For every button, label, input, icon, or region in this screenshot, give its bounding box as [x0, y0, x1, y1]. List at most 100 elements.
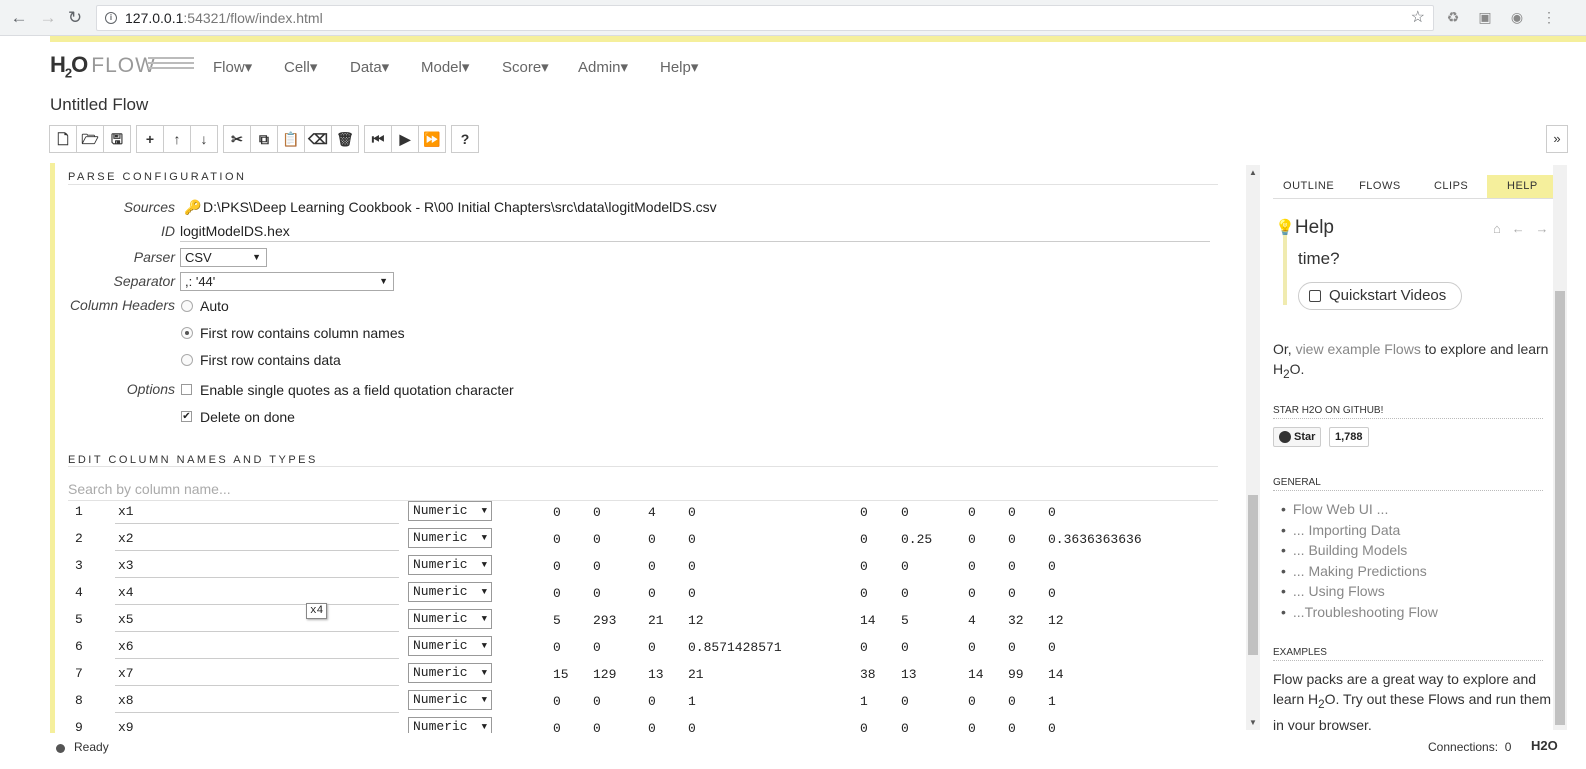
- preview-value: 0: [1008, 721, 1016, 733]
- move-up-icon[interactable]: ↑: [163, 125, 191, 153]
- column-name-input[interactable]: x2: [115, 531, 399, 551]
- general-link[interactable]: ... Making Predictions: [1281, 561, 1438, 582]
- column-name-input[interactable]: x7: [115, 666, 399, 686]
- column-type-select[interactable]: Numeric ▼: [408, 717, 492, 733]
- tab-outline[interactable]: OUTLINE: [1273, 175, 1344, 198]
- column-name-input[interactable]: x6: [115, 639, 399, 659]
- bookmark-star-icon[interactable]: ☆: [1411, 6, 1425, 30]
- column-type-select[interactable]: Numeric ▼: [408, 609, 492, 629]
- cell-scrollbar[interactable]: ▲ ▼: [1246, 165, 1260, 730]
- notification-strip: [50, 36, 1586, 42]
- browser-menu-icon[interactable]: ⋮: [1540, 8, 1558, 26]
- copy-icon[interactable]: ⧉: [250, 125, 278, 153]
- delete-on-done-checkbox[interactable]: ✔: [181, 411, 192, 422]
- separator-label: Separator: [113, 273, 175, 289]
- address-bar[interactable]: i 127.0.0.1:54321/flow/index.html ☆: [96, 5, 1434, 31]
- reload-icon[interactable]: ↻: [64, 7, 86, 29]
- column-row: 5 x5 Numeric ▼ 5 293 21 12 14 5 4 32 12: [68, 608, 1218, 635]
- cell-toolbar: 🗋 🗁 🖫 + ↑ ↓ ✂ ⧉ 📋 ⌫ 🗑 ⏮ ▶ ⏩ ?: [49, 125, 485, 153]
- menu-flow[interactable]: Flow▾: [213, 58, 284, 76]
- sidebar-tabs: OUTLINE FLOWS CLIPS HELP: [1273, 175, 1558, 199]
- column-name-input[interactable]: x8: [115, 693, 399, 713]
- column-type-select[interactable]: Numeric ▼: [408, 690, 492, 710]
- radio-auto[interactable]: [181, 300, 193, 312]
- save-icon[interactable]: 🖫: [103, 125, 131, 153]
- column-type-select[interactable]: Numeric ▼: [408, 501, 492, 521]
- help-scrollbar[interactable]: [1553, 165, 1567, 730]
- run-all-icon[interactable]: ⏩: [418, 125, 446, 153]
- column-type-select[interactable]: Numeric ▼: [408, 663, 492, 683]
- id-field[interactable]: logitModelDS.hex: [180, 223, 1210, 242]
- column-row: 2 x2 Numeric ▼ 0 0 0 0 0 0.25 0 0 0.3636363636: [68, 527, 1218, 554]
- menu-model[interactable]: Model▾: [421, 58, 502, 76]
- general-link[interactable]: ... Importing Data: [1281, 520, 1438, 541]
- tab-flows[interactable]: FLOWS: [1344, 175, 1415, 198]
- run-to-here-icon[interactable]: ⏮: [364, 125, 392, 153]
- cut-icon[interactable]: ✂: [223, 125, 251, 153]
- preview-value: 0: [968, 532, 976, 547]
- tab-clips[interactable]: CLIPS: [1416, 175, 1487, 198]
- column-type-select[interactable]: Numeric ▼: [408, 555, 492, 575]
- radio-first-row-names[interactable]: [181, 327, 193, 339]
- forward-arrow-icon[interactable]: →: [1536, 221, 1549, 236]
- github-star-button[interactable]: Star: [1273, 427, 1322, 447]
- new-file-icon[interactable]: 🗋: [49, 125, 77, 153]
- insert-cell-icon[interactable]: +: [136, 125, 164, 153]
- back-arrow-icon[interactable]: ←: [1512, 221, 1525, 236]
- general-link[interactable]: ... Using Flows: [1281, 581, 1438, 602]
- move-down-icon[interactable]: ↓: [190, 125, 218, 153]
- preview-value: 0: [593, 532, 601, 547]
- back-icon[interactable]: ←: [8, 7, 30, 29]
- preview-value: 0: [901, 559, 909, 574]
- parser-select[interactable]: CSV ▼: [180, 248, 267, 267]
- radio-first-row-data[interactable]: [181, 354, 193, 366]
- single-quotes-checkbox[interactable]: [181, 384, 192, 395]
- column-type-select[interactable]: Numeric ▼: [408, 528, 492, 548]
- info-icon[interactable]: i: [105, 12, 117, 24]
- column-name-input[interactable]: x3: [115, 558, 399, 578]
- clear-icon[interactable]: ⌫: [304, 125, 332, 153]
- parser-label: Parser: [133, 249, 175, 265]
- forward-icon[interactable]: →: [37, 7, 59, 29]
- menu-help[interactable]: Help▾: [660, 58, 720, 76]
- preview-value: 4: [648, 505, 656, 520]
- column-name-input[interactable]: x4: [115, 585, 399, 605]
- scroll-down-icon: ▼: [1249, 718, 1257, 727]
- preview-value: 0: [553, 640, 561, 655]
- run-icon[interactable]: ▶: [391, 125, 419, 153]
- column-name-input[interactable]: x9: [115, 720, 399, 733]
- video-icon: [1309, 290, 1321, 302]
- extension-page-icon[interactable]: ▣: [1476, 8, 1494, 26]
- github-star-count[interactable]: 1,788: [1329, 427, 1369, 447]
- help-icon[interactable]: ?: [451, 125, 479, 153]
- column-type-select[interactable]: Numeric ▼: [408, 582, 492, 602]
- view-example-flows-link[interactable]: view example Flows: [1296, 341, 1421, 357]
- menu-score[interactable]: Score▾: [502, 58, 578, 76]
- column-name-input[interactable]: x5: [115, 612, 399, 632]
- preview-value: 0: [688, 532, 696, 547]
- delete-icon[interactable]: 🗑: [331, 125, 359, 153]
- menu-data[interactable]: Data▾: [350, 58, 421, 76]
- extension-recycle-icon[interactable]: ♻: [1444, 8, 1462, 26]
- menu-admin[interactable]: Admin▾: [578, 58, 660, 76]
- general-link[interactable]: ... Building Models: [1281, 540, 1438, 561]
- menu-cell[interactable]: Cell▾: [284, 58, 350, 76]
- paste-icon[interactable]: 📋: [277, 125, 305, 153]
- general-link[interactable]: ...Troubleshooting Flow: [1281, 602, 1438, 623]
- flow-title[interactable]: Untitled Flow: [50, 95, 148, 115]
- general-link[interactable]: Flow Web UI ...: [1281, 499, 1438, 520]
- column-search-input[interactable]: Search by column name...: [68, 481, 231, 497]
- open-folder-icon[interactable]: 🗁: [76, 125, 104, 153]
- preview-value: 0: [1008, 586, 1016, 601]
- extension-eye-icon[interactable]: ◉: [1508, 8, 1526, 26]
- preview-value: 21: [688, 667, 704, 682]
- tab-help[interactable]: HELP: [1486, 175, 1558, 198]
- column-name-input[interactable]: x1: [115, 504, 399, 524]
- toggle-sidebar-icon[interactable]: »: [1546, 125, 1568, 153]
- column-type-select[interactable]: Numeric ▼: [408, 636, 492, 656]
- home-icon[interactable]: ⌂: [1493, 221, 1501, 236]
- quickstart-videos-button[interactable]: Quickstart Videos: [1298, 282, 1462, 310]
- preview-value: 0: [901, 586, 909, 601]
- separator-select[interactable]: ,: '44' ▼: [180, 272, 394, 291]
- preview-value: 0: [553, 694, 561, 709]
